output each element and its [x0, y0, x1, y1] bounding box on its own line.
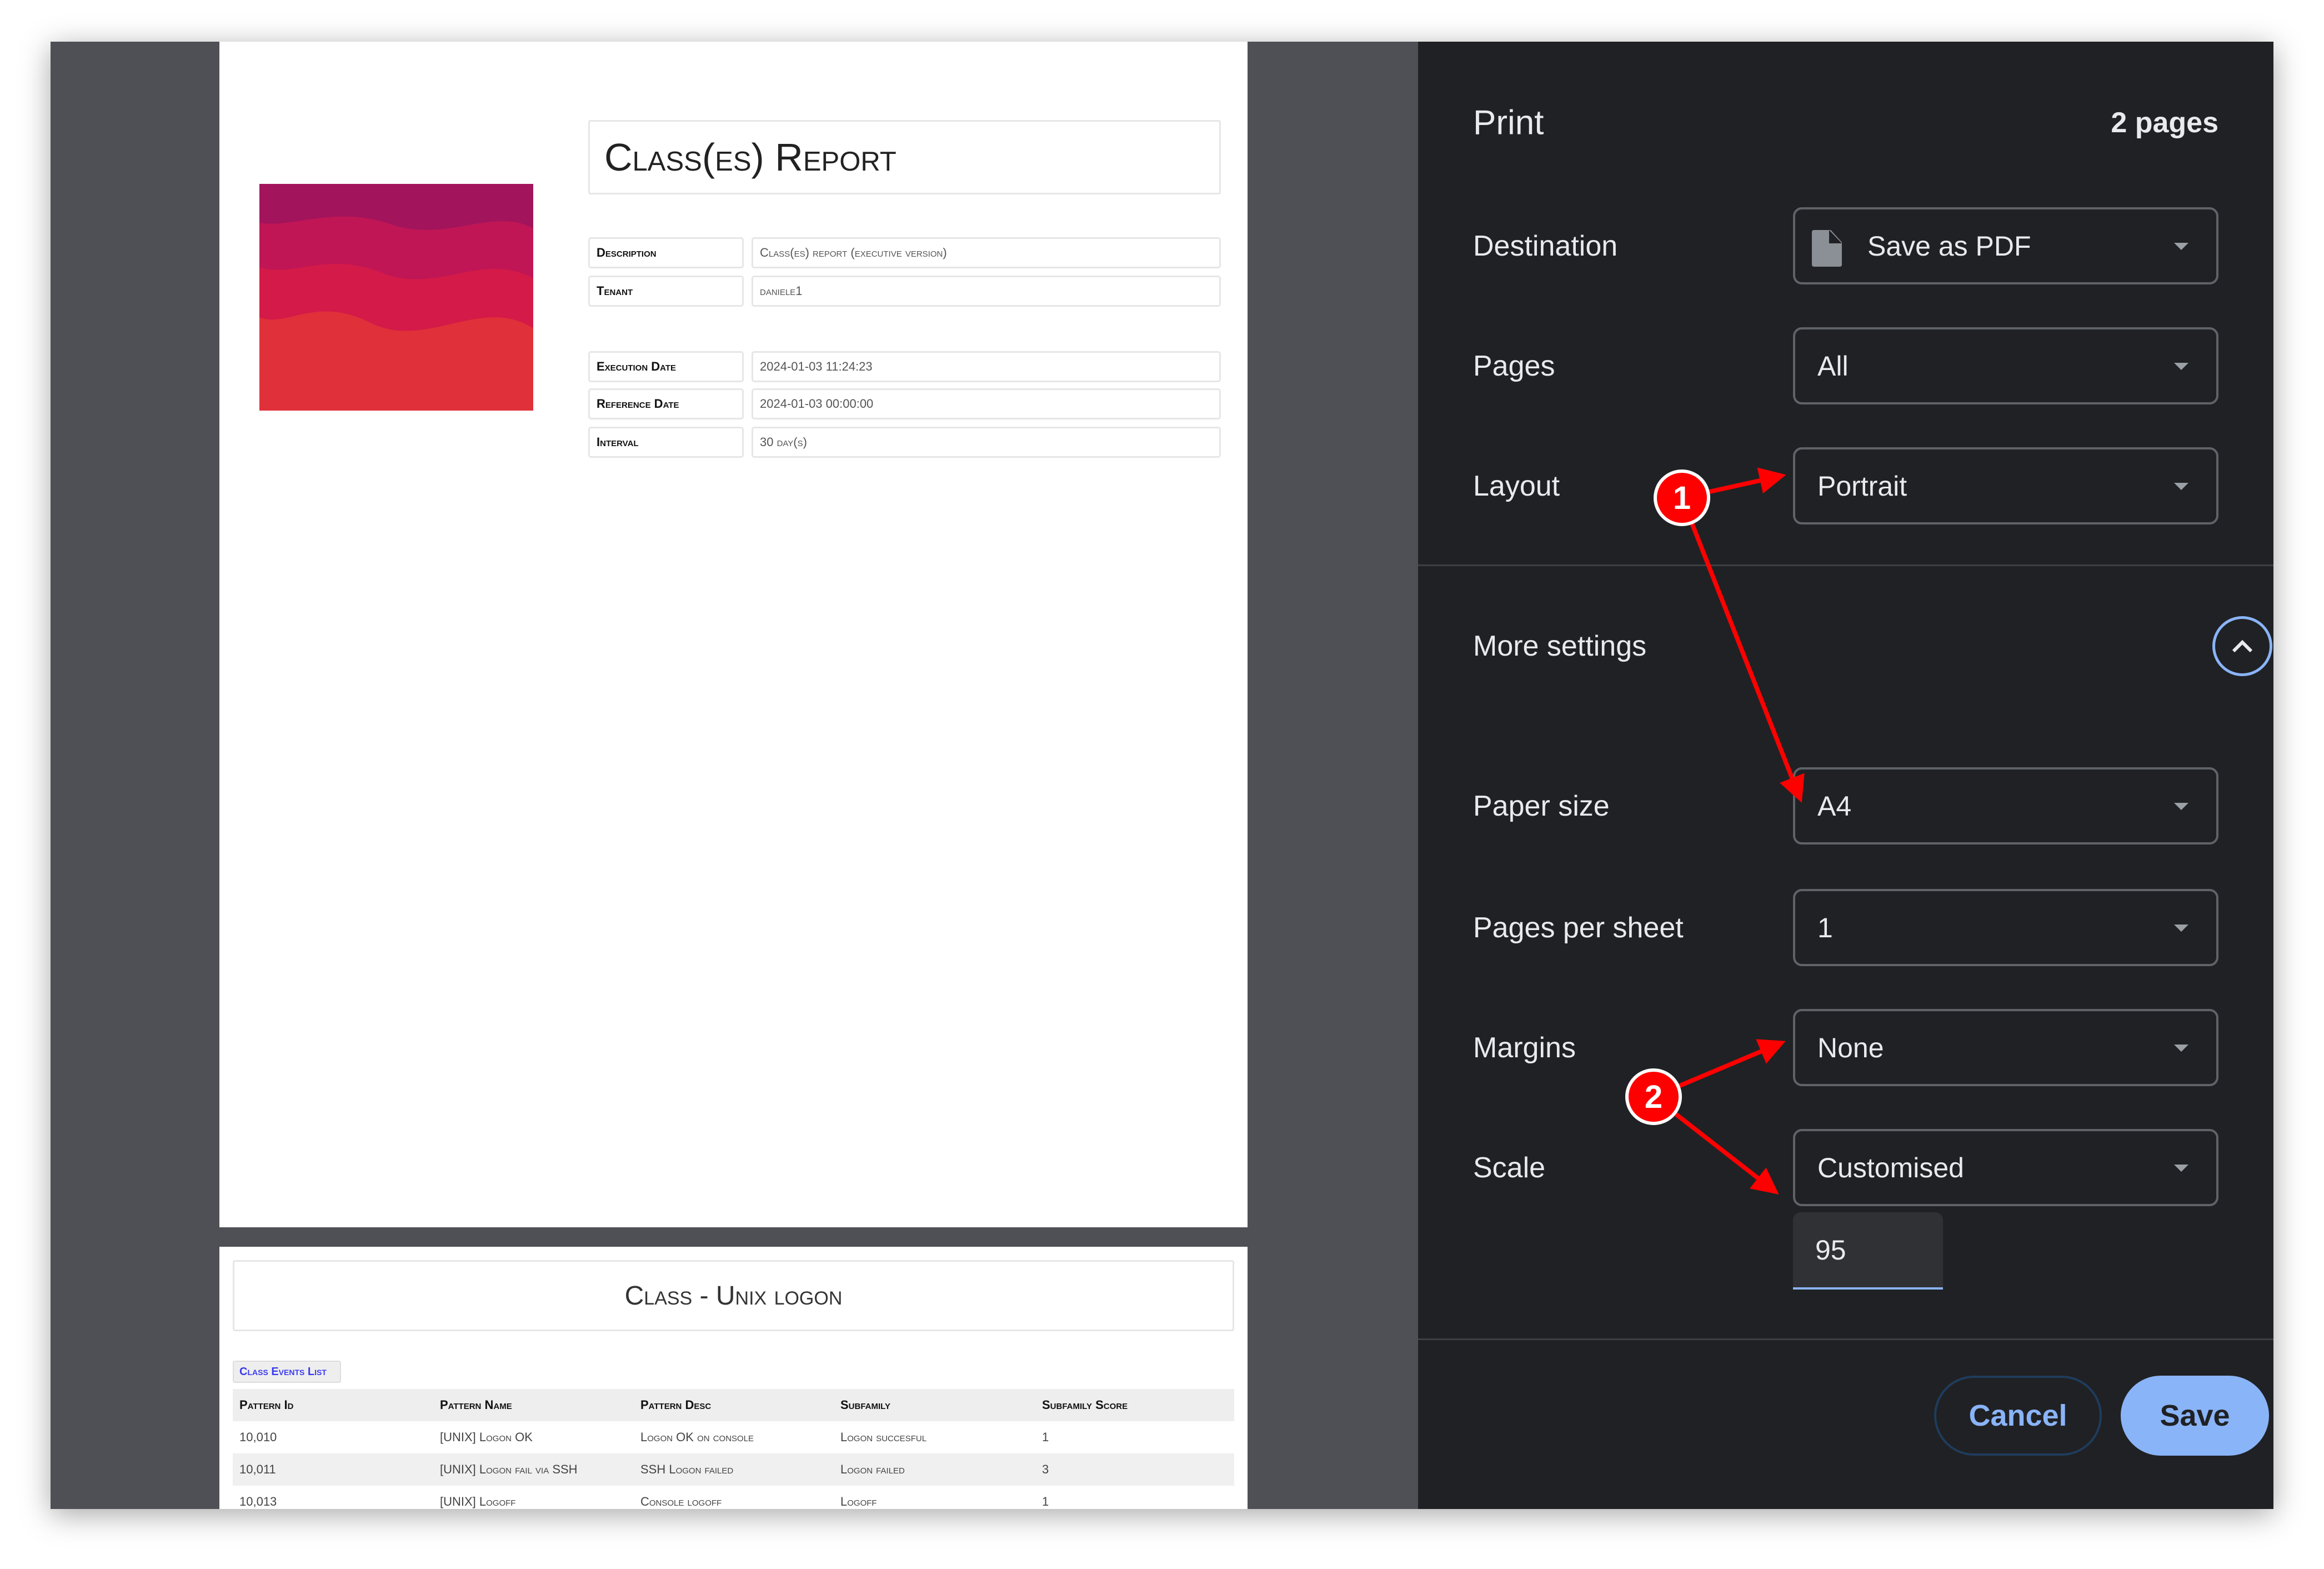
column-header: Pattern Id [239, 1398, 294, 1412]
save-button[interactable]: Save [2121, 1376, 2269, 1456]
report-title: Class(es) Report [588, 120, 1221, 194]
field-label: Description [588, 237, 744, 268]
class-events-badge: Class Events List [233, 1361, 341, 1383]
footer-divider [1418, 1338, 2273, 1340]
dropdown-arrow-icon [2174, 803, 2188, 810]
dropdown-arrow-icon [2174, 243, 2188, 250]
dropdown-arrow-icon [2174, 363, 2188, 370]
cell: Logon OK on console [640, 1430, 754, 1444]
pages-select[interactable]: All [1793, 327, 2218, 404]
cell: [UNIX] Logoff [440, 1495, 516, 1508]
preview-page-1: Class(es) Report Description Class(es) r… [219, 42, 1248, 1227]
report-cover-image [259, 184, 533, 411]
file-icon [1812, 230, 1842, 267]
field-value: daniele1 [752, 276, 1221, 307]
page-count: 2 pages [2111, 107, 2218, 139]
cell: 10,013 [239, 1495, 277, 1508]
pages-per-sheet-value: 1 [1817, 912, 1833, 943]
field-value: 30 day(s) [752, 427, 1221, 458]
more-settings-toggle[interactable] [2212, 616, 2272, 676]
field-label: Execution Date [588, 351, 744, 382]
cell: [UNIX] Logon OK [440, 1430, 533, 1444]
scale-custom-input[interactable]: 95 [1793, 1212, 1943, 1290]
destination-value: Save as PDF [1867, 230, 2031, 262]
cell: Console logoff [640, 1495, 722, 1508]
table-header: Pattern Id Pattern Name Pattern Desc Sub… [233, 1389, 1234, 1421]
column-header: Pattern Desc [640, 1398, 712, 1412]
paper-size-value: A4 [1817, 790, 1852, 822]
more-settings-label[interactable]: More settings [1473, 629, 1646, 663]
cell: 1 [1042, 1430, 1049, 1444]
column-header: Subfamily Score [1042, 1398, 1128, 1412]
class-title: Class - Unix logon [233, 1260, 1234, 1331]
pages-per-sheet-select[interactable]: 1 [1793, 889, 2218, 966]
margins-value: None [1817, 1032, 1884, 1063]
chevron-up-icon [2232, 639, 2253, 653]
cancel-button[interactable]: Cancel [1934, 1376, 2102, 1456]
field-value: Class(es) report (executive version) [752, 237, 1221, 268]
paper-size-label: Paper size [1473, 790, 1610, 822]
print-settings-panel: Print 2 pages Destination Save as PDF Pa… [1418, 42, 2273, 1509]
print-dialog-window: Class(es) Report Description Class(es) r… [51, 42, 2273, 1509]
column-header: Subfamily [840, 1398, 890, 1412]
cell: 3 [1042, 1462, 1049, 1476]
field-label: Reference Date [588, 388, 744, 419]
layout-label: Layout [1473, 470, 1560, 502]
layout-select[interactable]: Portrait [1793, 447, 2218, 524]
cell: Logoff [840, 1495, 877, 1508]
layout-value: Portrait [1817, 470, 1907, 502]
cell: 10,011 [239, 1462, 276, 1476]
cell: 1 [1042, 1495, 1049, 1508]
table-row: 10,013 [UNIX] Logoff Console logoff Logo… [233, 1486, 1234, 1509]
cell: [UNIX] Logon fail via SSH [440, 1462, 578, 1476]
pages-value: All [1817, 350, 1849, 382]
field-value: 2024-01-03 00:00:00 [752, 388, 1221, 419]
cell: Logon failed [840, 1462, 905, 1476]
cell: 10,010 [239, 1430, 277, 1444]
print-title: Print [1473, 103, 1544, 142]
field-label: Tenant [588, 276, 744, 307]
dropdown-arrow-icon [2174, 483, 2188, 490]
pages-per-sheet-label: Pages per sheet [1473, 912, 1684, 944]
dropdown-arrow-icon [2174, 1045, 2188, 1052]
destination-label: Destination [1473, 230, 1618, 262]
table-row: 10,010 [UNIX] Logon OK Logon OK on conso… [233, 1421, 1234, 1453]
scale-value: Customised [1817, 1152, 1964, 1183]
dropdown-arrow-icon [2174, 925, 2188, 932]
cell: SSH Logon failed [640, 1462, 734, 1476]
field-value: 2024-01-03 11:24:23 [752, 351, 1221, 382]
scale-select[interactable]: Customised [1793, 1129, 2218, 1206]
pages-label: Pages [1473, 350, 1555, 382]
preview-page-2: Class - Unix logon Class Events List Pat… [219, 1247, 1248, 1509]
column-header: Pattern Name [440, 1398, 512, 1412]
divider [1418, 564, 2273, 566]
dropdown-arrow-icon [2174, 1165, 2188, 1172]
margins-label: Margins [1473, 1032, 1576, 1064]
cell: Logon succesful [840, 1430, 927, 1444]
print-preview-area[interactable]: Class(es) Report Description Class(es) r… [51, 42, 1418, 1509]
scale-label: Scale [1473, 1152, 1546, 1184]
paper-size-select[interactable]: A4 [1793, 767, 2218, 845]
margins-select[interactable]: None [1793, 1009, 2218, 1086]
table-row: 10,011 [UNIX] Logon fail via SSH SSH Log… [233, 1453, 1234, 1486]
destination-select[interactable]: Save as PDF [1793, 207, 2218, 284]
field-label: Interval [588, 427, 744, 458]
